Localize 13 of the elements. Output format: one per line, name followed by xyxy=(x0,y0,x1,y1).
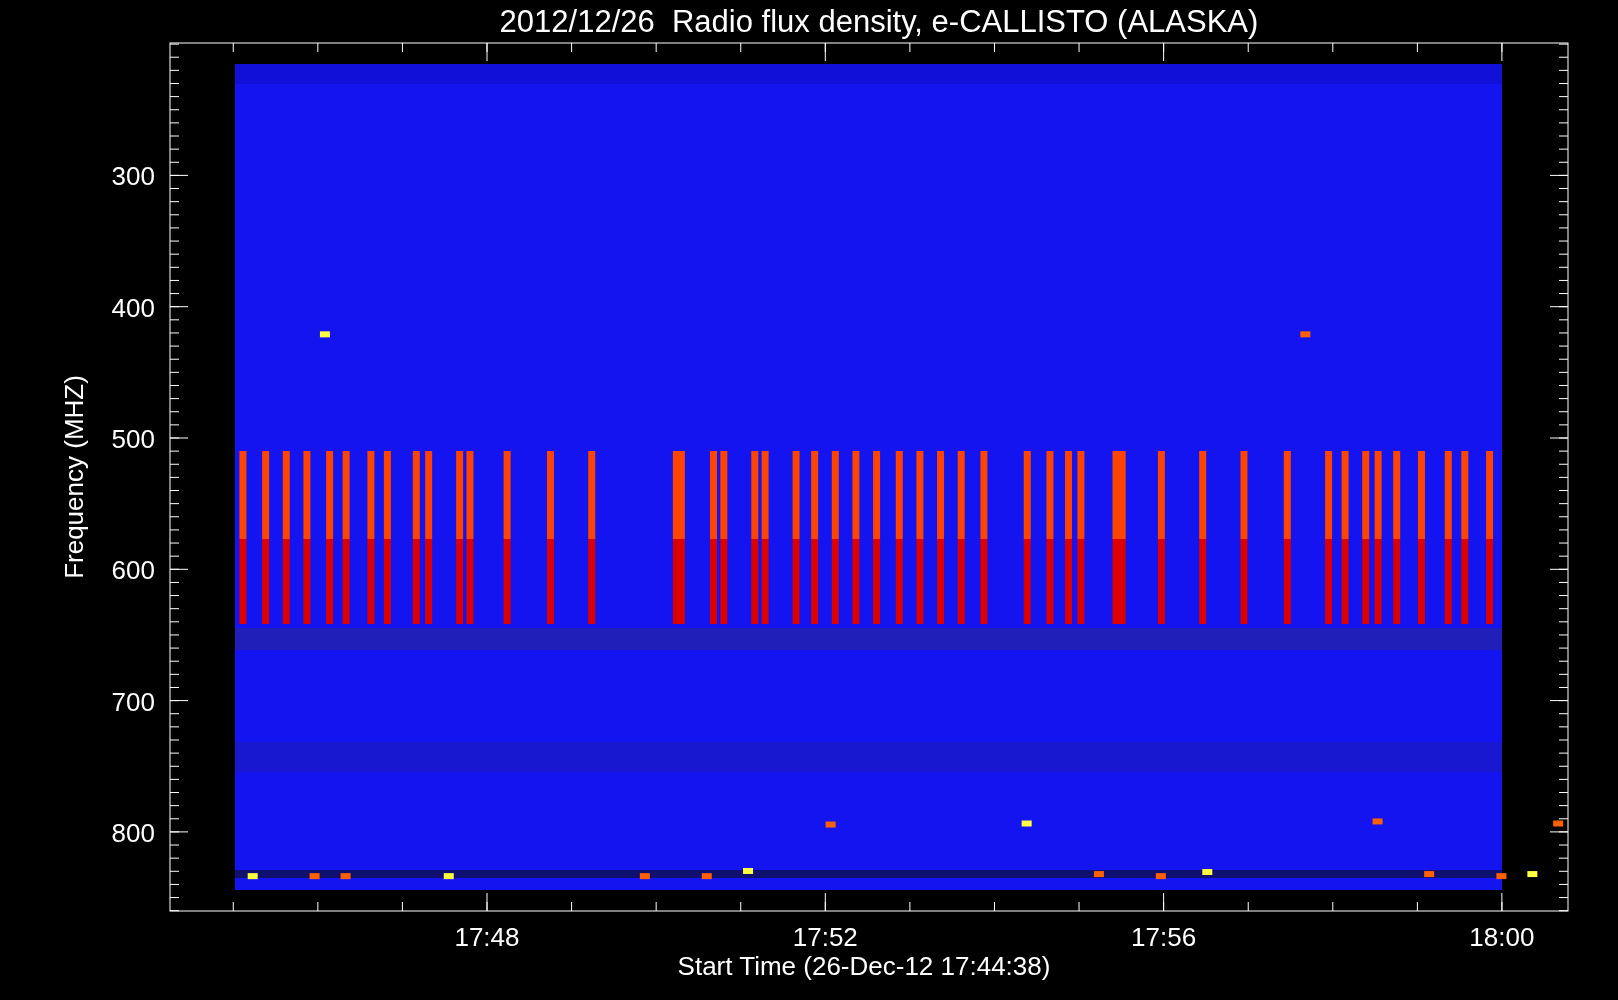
x-tick-label: 17:48 xyxy=(454,922,520,952)
y-tick-label: 800 xyxy=(111,817,155,848)
y-tick-label: 300 xyxy=(111,161,155,192)
x-tick-label: 17:56 xyxy=(1131,922,1197,952)
x-tick-label: 17:52 xyxy=(792,922,858,952)
chart-title: 2012/12/26 Radio flux density, e-CALLISTO (ALASKA) xyxy=(499,4,1259,39)
y-axis-label: Frequency (MHZ) xyxy=(59,375,89,579)
y-tick-label: 400 xyxy=(111,292,155,323)
y-tick-label: 600 xyxy=(111,555,155,586)
y-tick-label: 700 xyxy=(111,686,155,717)
x-tick-label: 18:00 xyxy=(1469,922,1535,952)
x-axis-label: Start Time (26-Dec-12 17:44:38) xyxy=(677,951,1051,981)
y-tick-label: 500 xyxy=(111,424,155,454)
